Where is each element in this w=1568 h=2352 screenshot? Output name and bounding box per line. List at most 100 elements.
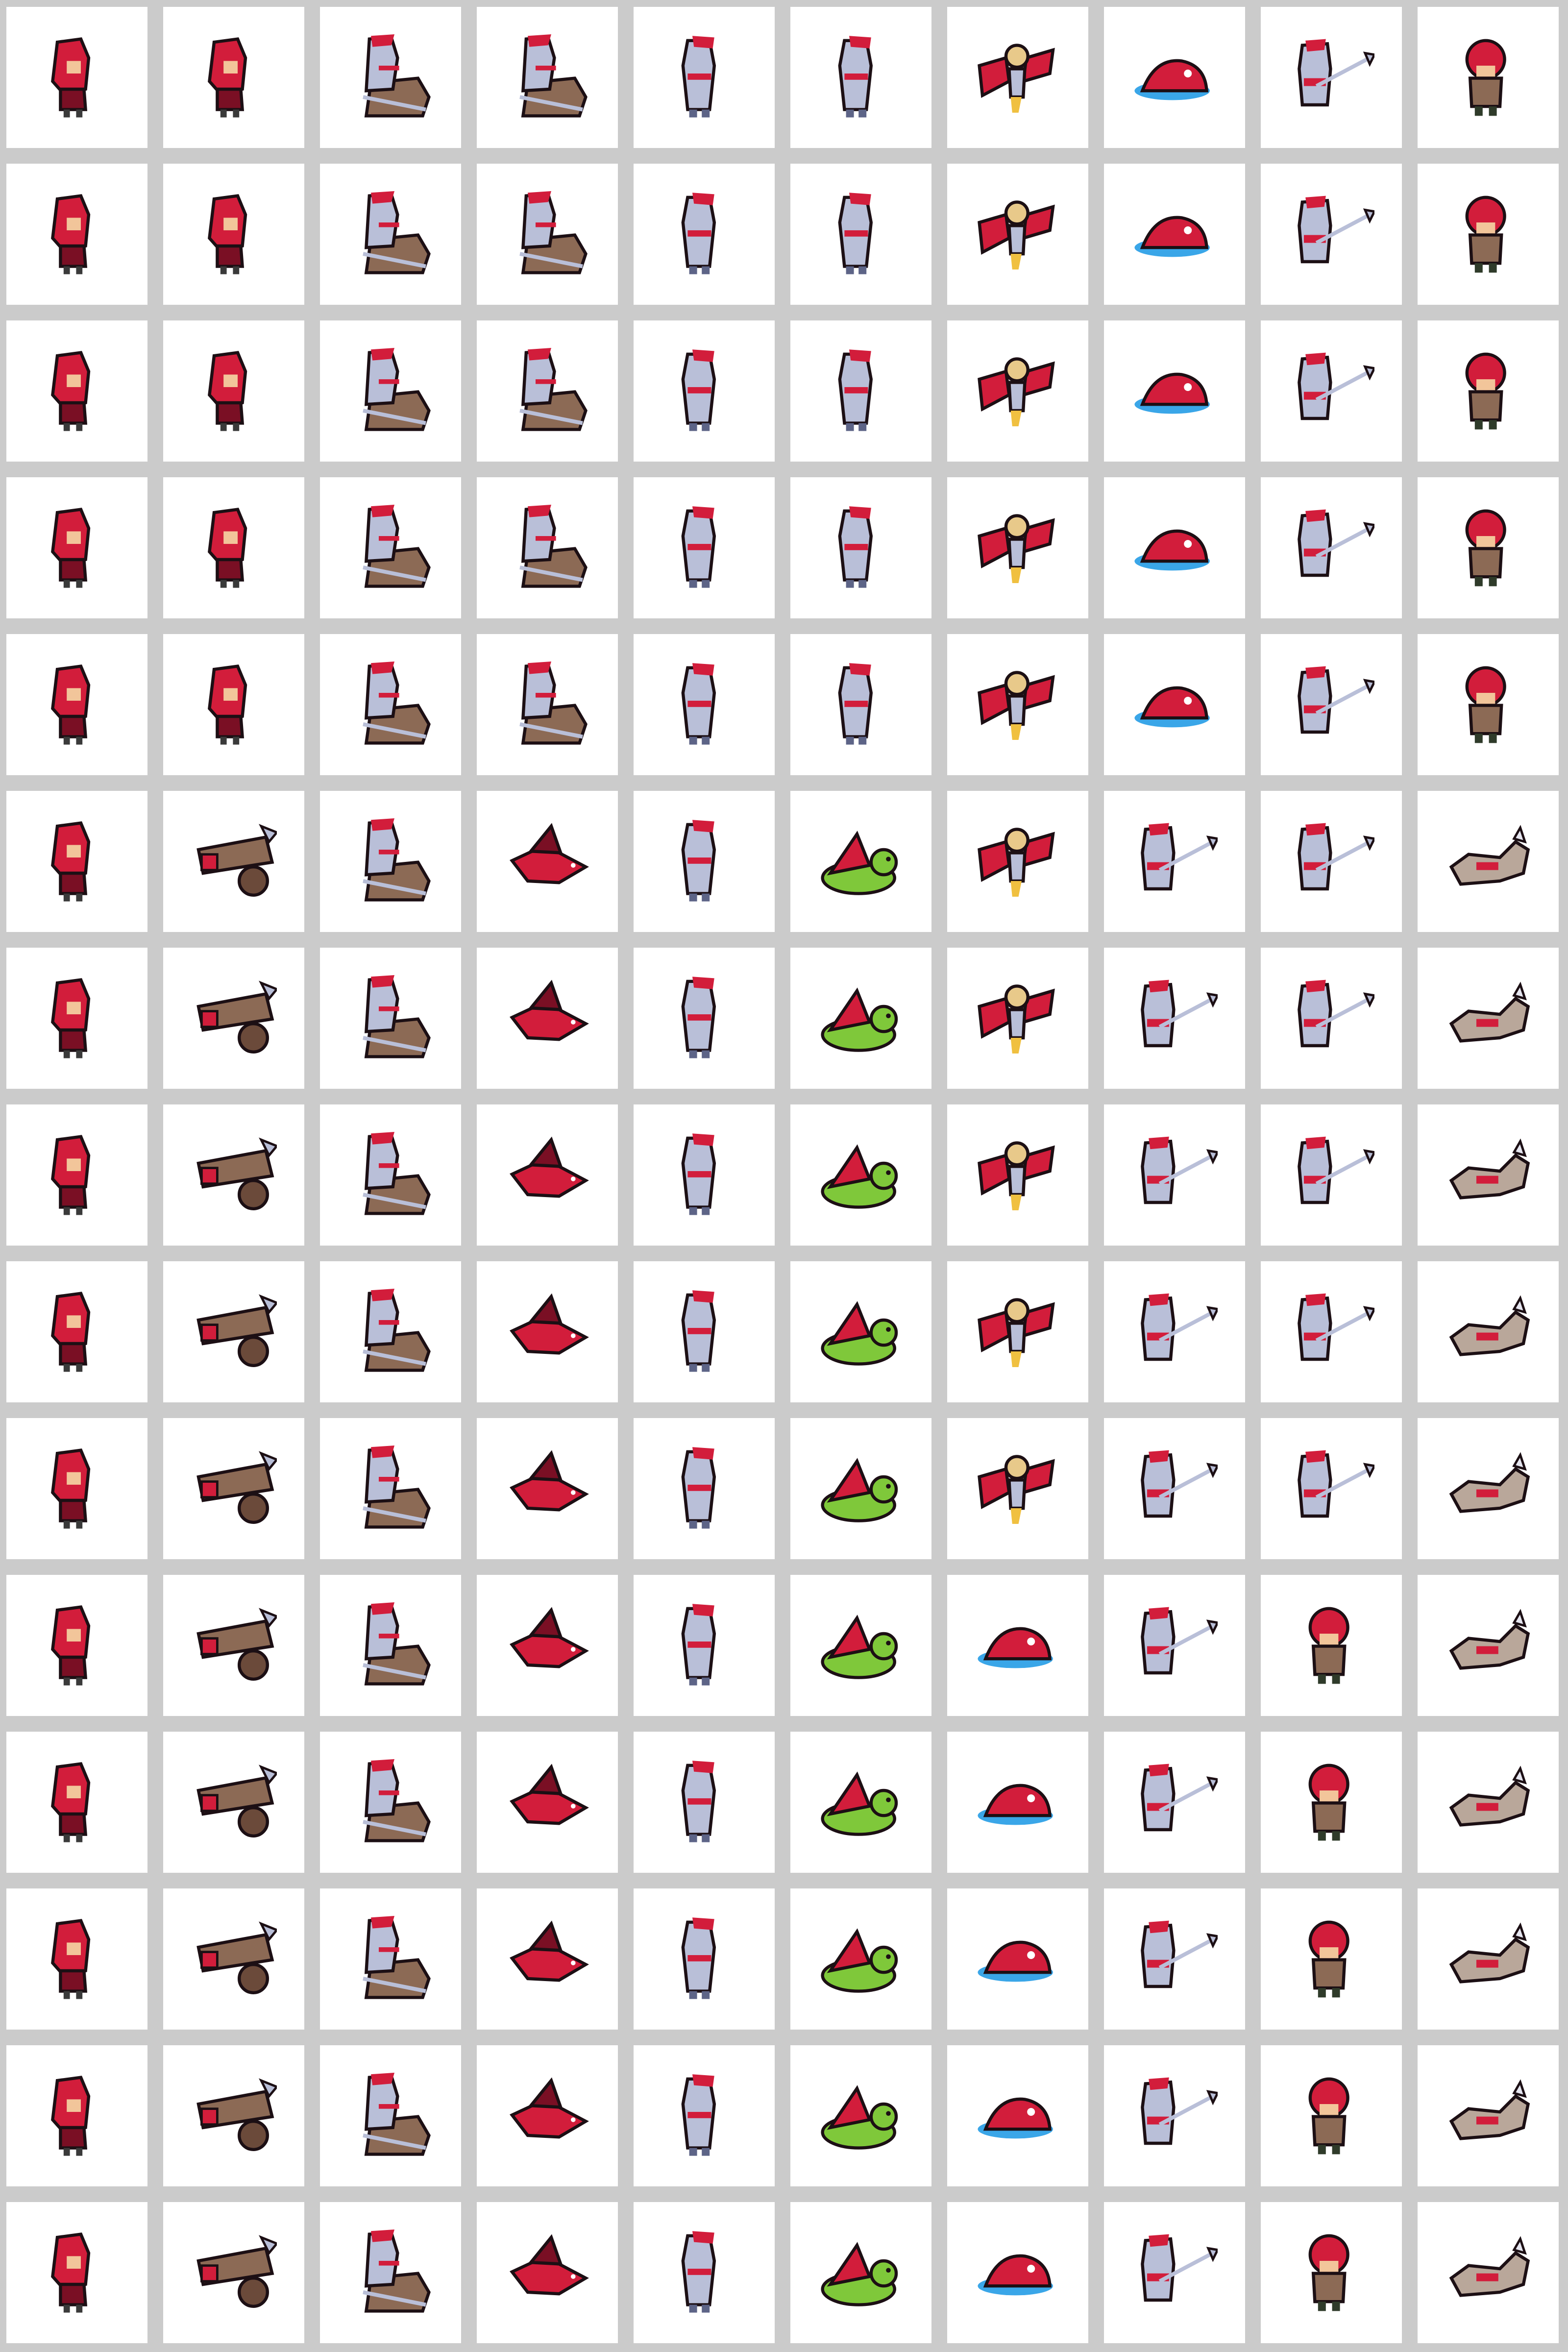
spearman-sprite-part (1206, 835, 1218, 851)
sea-blob-sprite-part (1027, 1638, 1035, 1645)
spearman-sprite (1141, 823, 1218, 891)
sprite-cell-knight-mount (477, 477, 618, 618)
knight-mount-sprite (363, 1602, 431, 1686)
sprite-cell-hood (6, 791, 147, 932)
siege-cart-sprite-part (200, 853, 219, 871)
knight-mount-sprite-part (371, 34, 394, 47)
knight-shield-sprite-part (702, 1520, 710, 1529)
sprite-cell-hood (6, 2202, 147, 2343)
dragon-sprite-part (571, 1490, 576, 1495)
harpy-sprite-part (1007, 694, 1027, 726)
knight-shield-sprite (681, 977, 716, 1058)
harpy-sprite-part (1007, 1478, 1027, 1510)
sea-blob-sprite-part (1027, 2108, 1035, 2116)
hood-sprite-part (76, 1050, 83, 1058)
hood-sprite-part (76, 1834, 83, 1842)
hood-sprite (208, 664, 247, 745)
sea-blob-sprite-part (1027, 1951, 1035, 1959)
knight-mount-sprite (363, 1446, 431, 1529)
sprite-cell-siege-cart (163, 791, 304, 932)
spearman-sprite-part (1206, 1149, 1218, 1165)
hood-sprite-part (220, 266, 227, 274)
sea-blob-sprite-part (1027, 1794, 1035, 1802)
knight-shield-sprite-part (692, 2231, 714, 2244)
spearman-sprite-part (1363, 522, 1374, 538)
siege-cart-sprite-part (200, 2264, 219, 2282)
sea-blob-sprite (1134, 59, 1210, 100)
sprite-cell-red-cap (1261, 1575, 1402, 1716)
spearman-sprite (1298, 196, 1374, 264)
knight-shield-sprite (681, 820, 716, 902)
sprite-cell-hood (163, 477, 304, 618)
knight-mount-sprite-part (371, 505, 394, 517)
hood-sprite-part (67, 1472, 81, 1485)
red-cap-sprite (1465, 196, 1506, 273)
sprite-cell-knight-shield (790, 634, 931, 775)
spearman-sprite-part (1305, 509, 1326, 522)
knight-shield-sprite-part (689, 1834, 697, 1842)
sprite-cell-harpy (947, 7, 1088, 148)
turtle-sprite (821, 831, 898, 895)
dragon-sprite-part (527, 2234, 563, 2266)
spearman-sprite (1141, 980, 1218, 1048)
harpy-sprite (978, 200, 1055, 270)
red-cap-sprite (1465, 352, 1506, 430)
spearman-sprite-part (1141, 1610, 1176, 1675)
hood-sprite (208, 508, 247, 588)
hood-sprite-part (76, 2148, 83, 2156)
sea-blob-sprite-part (1184, 540, 1192, 548)
wolf-sprite-part (1512, 825, 1527, 844)
turtle-sprite (821, 987, 898, 1052)
knight-mount-sprite-part (371, 1289, 394, 1301)
hood-sprite-part (223, 688, 238, 701)
sprite-cell-red-cap (1418, 634, 1559, 775)
wolf-sprite (1449, 1295, 1530, 1356)
spearman-sprite (1298, 1450, 1374, 1518)
wolf-sprite-part (1476, 1646, 1498, 1654)
hood-sprite (51, 2232, 91, 2313)
spearman-sprite-part (1149, 2077, 1169, 2090)
spearman-sprite-part (1305, 39, 1326, 52)
spearman-sprite-part (1149, 1920, 1169, 1934)
harpy-sprite-part (1007, 381, 1027, 413)
knight-shield-sprite-part (858, 109, 867, 118)
spearman-sprite-part (1298, 826, 1332, 891)
spearman-sprite-part (1141, 982, 1176, 1048)
spearman-sprite (1141, 2077, 1218, 2145)
hood-sprite-part (59, 871, 88, 895)
knight-mount-sprite (363, 2073, 431, 2156)
red-cap-sprite-part (1474, 420, 1483, 430)
harpy-sprite-part (1010, 567, 1022, 583)
siege-cart-sprite (196, 1137, 277, 1210)
spearman-sprite-part (1206, 1933, 1218, 1949)
hood-sprite (51, 194, 91, 274)
sprite-cell-turtle (790, 1732, 931, 1873)
sea-blob-sprite-part (1140, 686, 1209, 720)
sprite-cell-siege-cart (163, 1261, 304, 1402)
turtle-sprite-part (886, 1954, 891, 1959)
harpy-sprite-part (1010, 1508, 1022, 1524)
wolf-sprite (1449, 1765, 1530, 1827)
spearman-sprite-part (1149, 1764, 1169, 1777)
spearman-sprite-part (1206, 1776, 1218, 1792)
hood-sprite-part (223, 374, 238, 387)
knight-shield-sprite-part (689, 266, 697, 274)
sea-blob-sprite (978, 1627, 1053, 1668)
hood-sprite (208, 351, 247, 431)
sprite-cell-sea-blob (947, 2202, 1088, 2343)
sprite-cell-sea-blob (947, 1888, 1088, 2030)
siege-cart-sprite (196, 1608, 277, 1681)
sprite-cell-red-cap (1418, 7, 1559, 148)
knight-shield-sprite-part (687, 1328, 711, 1334)
harpy-sprite (978, 984, 1055, 1054)
sprite-cell-knight-shield (634, 1104, 775, 1246)
sprite-cell-wolf (1418, 2202, 1559, 2343)
knight-mount-sprite (519, 348, 588, 431)
sea-blob-sprite-part (983, 2254, 1052, 2288)
sea-blob-sprite-part (1140, 529, 1209, 563)
red-cap-sprite-part (1318, 1674, 1326, 1684)
sprite-cell-hood (163, 320, 304, 462)
sprite-cell-siege-cart (163, 1104, 304, 1246)
knight-shield-sprite-part (702, 736, 710, 745)
hood-sprite-part (59, 1028, 88, 1052)
